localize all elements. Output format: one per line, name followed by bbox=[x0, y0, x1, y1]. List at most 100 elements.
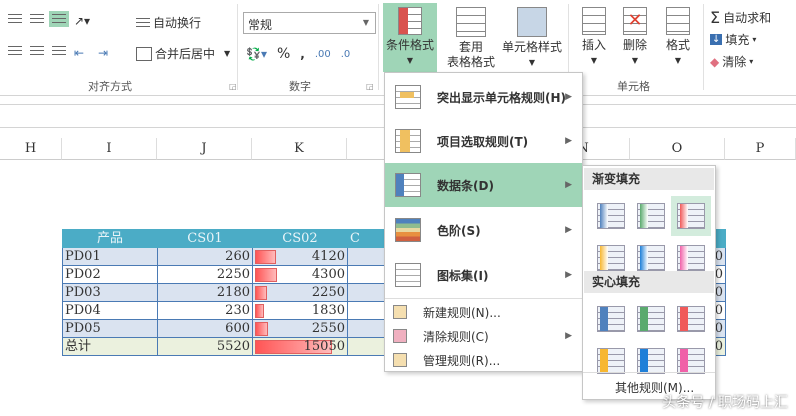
cs01-cell[interactable]: 600 bbox=[157, 319, 253, 338]
cell-styles-button[interactable]: 单元格样式 ▼ bbox=[500, 3, 564, 70]
product-cell[interactable]: 总计 bbox=[62, 337, 158, 356]
insert-icon bbox=[582, 7, 606, 35]
wrap-text-button[interactable]: 自动换行 bbox=[136, 14, 201, 31]
cs01-cell[interactable]: 5520 bbox=[157, 337, 253, 356]
menu-item-data-bars[interactable]: 数据条(D) ▶ bbox=[385, 163, 582, 207]
increase-decimal-button[interactable]: .00 bbox=[315, 49, 331, 60]
orientation-icon[interactable]: ↗▾ bbox=[74, 14, 96, 28]
menu-item-highlight-rules[interactable]: 突出显示单元格规则(H) ▶ bbox=[385, 75, 582, 119]
cs02-cell[interactable]: 1830 bbox=[252, 301, 348, 320]
data-bar-gradient-red-icon bbox=[677, 203, 705, 229]
percent-button[interactable]: % bbox=[277, 46, 290, 62]
watermark: 头条号 / 职场码上汇 bbox=[662, 395, 788, 411]
menu-item-clear-rules[interactable]: 清除规则(C) ▶ bbox=[385, 325, 582, 347]
format-button[interactable]: 格式 ▼ bbox=[660, 3, 696, 68]
autosum-button[interactable]: Σ 自动求和 bbox=[710, 8, 771, 27]
align-left-icon[interactable] bbox=[8, 46, 22, 56]
number-format-select[interactable]: 常规 ▼ bbox=[243, 12, 376, 34]
data-bar-gradient-orange-icon bbox=[597, 245, 625, 271]
conditional-formatting-button[interactable]: 条件格式 ▼ bbox=[383, 3, 437, 72]
data-bar-solid-red-icon bbox=[677, 306, 705, 332]
cs01-cell[interactable]: 230 bbox=[157, 301, 253, 320]
cs01-cell[interactable]: 2180 bbox=[157, 283, 253, 302]
column-header-i[interactable]: I bbox=[62, 138, 157, 160]
menu-item-top-bottom-rules[interactable]: 项目选取规则(T) ▶ bbox=[385, 119, 582, 163]
data-bar-solid-purple[interactable] bbox=[671, 341, 711, 381]
increase-indent-icon[interactable]: ⇥ bbox=[98, 46, 114, 60]
data-bar-gradient-orange[interactable] bbox=[591, 238, 631, 278]
header-product[interactable]: 产品 bbox=[62, 229, 158, 248]
top-ten-icon bbox=[395, 129, 421, 153]
menu-item-color-scales[interactable]: 色阶(S) ▶ bbox=[385, 208, 582, 252]
data-bar-solid-green[interactable] bbox=[631, 299, 671, 339]
data-bar bbox=[255, 250, 276, 264]
cs02-cell[interactable]: 2250 bbox=[252, 283, 348, 302]
column-header-o[interactable]: O bbox=[630, 138, 725, 160]
submenu-arrow-icon: ▶ bbox=[565, 270, 572, 280]
data-bar-gradient-red[interactable] bbox=[671, 196, 711, 236]
menu-item-new-rule[interactable]: 新建规则(N)... bbox=[385, 301, 582, 323]
cs02-cell[interactable]: 15050 bbox=[252, 337, 348, 356]
manage-rules-icon bbox=[393, 353, 407, 367]
submenu-arrow-icon: ▶ bbox=[565, 180, 572, 190]
product-cell[interactable]: PD02 bbox=[62, 265, 158, 284]
insert-button[interactable]: 插入 ▼ bbox=[576, 3, 612, 68]
submenu-arrow-icon: ▶ bbox=[565, 136, 572, 146]
data-bar-solid-blue[interactable] bbox=[591, 299, 631, 339]
conditional-formatting-icon bbox=[398, 7, 422, 35]
cs02-cell[interactable]: 4120 bbox=[252, 247, 348, 266]
merge-center-button[interactable]: 合并后居中 ▼ bbox=[136, 45, 230, 62]
cs01-cell[interactable]: 260 bbox=[157, 247, 253, 266]
gradient-fill-header: 渐变填充 bbox=[584, 168, 714, 190]
data-bar-solid-green-icon bbox=[637, 306, 665, 332]
menu-item-manage-rules[interactable]: 管理规则(R)... bbox=[385, 349, 582, 371]
data-bar-solid-lightblue[interactable] bbox=[631, 341, 671, 381]
product-cell[interactable]: PD01 bbox=[62, 247, 158, 266]
data-bar-gradient-purple[interactable] bbox=[671, 238, 711, 278]
format-as-table-icon bbox=[456, 7, 486, 37]
format-as-table-button[interactable]: 套用 表格格式 bbox=[443, 3, 499, 70]
product-cell[interactable]: PD03 bbox=[62, 283, 158, 302]
data-bar-solid-lightblue-icon bbox=[637, 348, 665, 374]
data-bar-gradient-lightblue-icon bbox=[637, 245, 665, 271]
currency-icon[interactable]: 💱▾ bbox=[246, 47, 267, 61]
cs02-cell[interactable]: 2550 bbox=[252, 319, 348, 338]
group-label-alignment: 对齐方式 bbox=[88, 80, 132, 93]
column-header-j[interactable]: J bbox=[157, 138, 252, 160]
product-cell[interactable]: PD05 bbox=[62, 319, 158, 338]
delete-button[interactable]: ✕ 删除 ▼ bbox=[617, 3, 653, 68]
align-middle-icon[interactable] bbox=[30, 14, 44, 24]
cs01-cell[interactable]: 2250 bbox=[157, 265, 253, 284]
align-center-icon[interactable] bbox=[30, 46, 44, 56]
alignment-launcher-icon[interactable]: ◲ bbox=[229, 82, 237, 91]
number-launcher-icon[interactable]: ◲ bbox=[366, 82, 374, 91]
menu-item-icon-sets[interactable]: 图标集(I) ▶ bbox=[385, 253, 582, 297]
align-right-icon[interactable] bbox=[52, 46, 66, 56]
column-header-h[interactable]: H bbox=[0, 138, 62, 160]
comma-button[interactable]: , bbox=[300, 47, 305, 61]
product-cell[interactable]: PD04 bbox=[62, 301, 158, 320]
data-bar-solid-orange-icon bbox=[597, 348, 625, 374]
decrease-decimal-button[interactable]: .0 bbox=[341, 49, 351, 60]
header-cs02[interactable]: CS02 bbox=[252, 229, 348, 248]
color-scales-icon bbox=[395, 218, 421, 242]
data-bar-gradient-lightblue[interactable] bbox=[631, 238, 671, 278]
submenu-arrow-icon: ▶ bbox=[565, 331, 572, 341]
data-bar-solid-blue-icon bbox=[597, 306, 625, 332]
data-bar-solid-red[interactable] bbox=[671, 299, 711, 339]
align-bottom-icon[interactable] bbox=[49, 11, 69, 27]
data-bar bbox=[255, 304, 264, 318]
align-top-icon[interactable] bbox=[8, 14, 22, 24]
cs02-cell[interactable]: 4300 bbox=[252, 265, 348, 284]
merge-icon bbox=[136, 46, 152, 61]
data-bar-gradient-purple-icon bbox=[677, 245, 705, 271]
data-bar-gradient-green[interactable] bbox=[631, 196, 671, 236]
column-header-k[interactable]: K bbox=[252, 138, 347, 160]
clear-button[interactable]: ◆ 清除 ▾ bbox=[710, 53, 753, 70]
fill-button[interactable]: ↓ 填充 ▾ bbox=[710, 31, 756, 48]
decrease-indent-icon[interactable]: ⇤ bbox=[74, 46, 90, 60]
header-cs01[interactable]: CS01 bbox=[157, 229, 253, 248]
column-header-p[interactable]: P bbox=[725, 138, 796, 160]
data-bar-gradient-blue[interactable] bbox=[591, 196, 631, 236]
data-bar-solid-orange[interactable] bbox=[591, 341, 631, 381]
